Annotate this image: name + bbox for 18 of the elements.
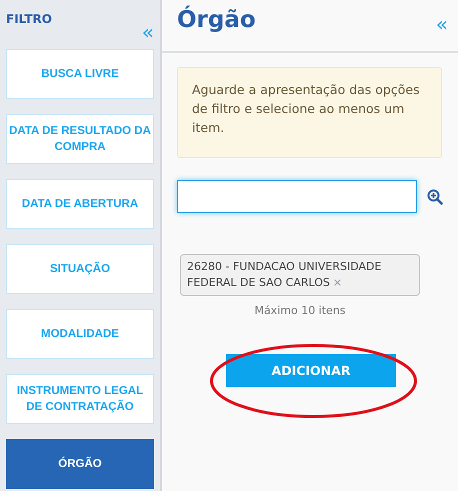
filter-tab[interactable]: INSTRUMENTO LEGAL DE CONTRATAÇÃO [6, 374, 154, 424]
limit-note: Máximo 10 itens [253, 304, 347, 317]
panel-title: Órgão [177, 7, 256, 33]
selected-chip: 26280 - FUNDACAO UNIVERSIDADE FEDERAL DE SAO CARLOS × [180, 254, 420, 296]
filter-title: FILTRO [6, 12, 52, 28]
filter-tab[interactable]: DATA DE RESULTADO DA COMPRA [6, 114, 154, 164]
filter-tab[interactable]: SITUAÇÃO [6, 244, 154, 294]
search-field[interactable] [177, 180, 417, 213]
collapse-button[interactable]: « [436, 14, 448, 34]
add-button[interactable]: ADICIONAR [226, 354, 396, 387]
filter-tab[interactable]: ÓRGÃO [6, 439, 154, 489]
collapse-button[interactable]: « [142, 14, 154, 49]
notice-message: Aguarde a apresentação das opções de filtro e selecione ao menos um item. [177, 67, 442, 158]
filter-tab[interactable]: DATA DE ABERTURA [6, 179, 154, 229]
filter-tab[interactable]: BUSCA LIVRE [6, 49, 154, 99]
filter-tab[interactable]: MODALIDADE [6, 309, 154, 359]
zoom-in-icon[interactable] [427, 188, 443, 204]
remove-chip-button[interactable]: × [332, 276, 342, 289]
